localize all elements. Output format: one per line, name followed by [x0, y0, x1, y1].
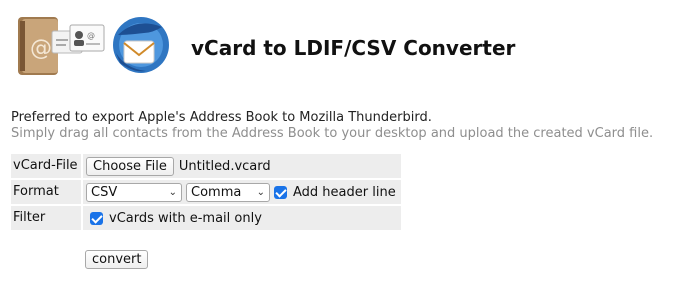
format-row: Format CSV ⌄ Comma ⌄ Add header line [11, 180, 401, 204]
filter-row: Filter vCards with e-mail only [11, 206, 401, 230]
delimiter-select[interactable]: Comma ⌄ [186, 182, 270, 202]
delimiter-select-value: Comma [191, 184, 242, 200]
selected-filename: Untitled.vcard [178, 158, 271, 174]
format-control: CSV ⌄ Comma ⌄ Add header line [83, 180, 401, 204]
intro-line: Preferred to export Apple's Address Book… [11, 110, 432, 125]
vcard-file-label: vCard-File [11, 154, 81, 178]
page-title: vCard to LDIF/CSV Converter [191, 36, 516, 60]
chevron-down-icon: ⌄ [256, 186, 265, 198]
converter-page: @ @ vCard to LDIF/CSV Converter Preferre… [0, 0, 673, 288]
address-book-to-thunderbird-logo: @ @ [18, 17, 169, 75]
filter-label: Filter [11, 206, 81, 230]
email-only-label: vCards with e-mail only [109, 210, 262, 226]
svg-text:@: @ [87, 31, 95, 40]
add-header-line-checkbox[interactable] [274, 185, 287, 199]
format-select-value: CSV [91, 184, 118, 200]
format-select[interactable]: CSV ⌄ [86, 182, 182, 202]
vcard-file-control: Choose File Untitled.vcard [83, 154, 401, 178]
chevron-down-icon: ⌄ [168, 186, 177, 198]
vcard-file-row: vCard-File Choose File Untitled.vcard [11, 154, 401, 178]
email-only-checkbox[interactable] [90, 211, 103, 225]
add-header-line-label: Add header line [293, 184, 396, 200]
convert-button[interactable]: convert [85, 250, 149, 269]
svg-text:@: @ [30, 36, 52, 61]
intro-text: Preferred to export Apple's Address Book… [11, 110, 653, 142]
format-label: Format [11, 180, 81, 204]
choose-file-button[interactable]: Choose File [86, 156, 174, 176]
filter-control: vCards with e-mail only [83, 206, 401, 230]
converter-form: vCard-File Choose File Untitled.vcard Fo… [11, 154, 401, 232]
intro-hint: Simply drag all contacts from the Addres… [11, 126, 654, 141]
